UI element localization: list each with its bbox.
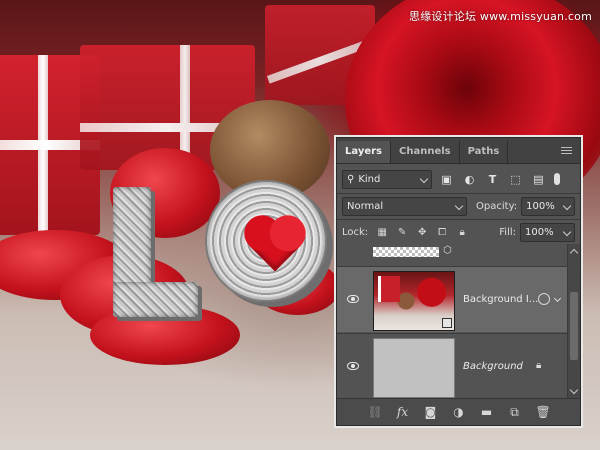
scroll-thumb[interactable] (570, 292, 578, 360)
screenshot-root: 思缘设计论坛 www.missyuan.com Layers Channels … (0, 0, 600, 450)
fill-field[interactable]: 100% (520, 222, 575, 242)
scroll-down-icon[interactable] (569, 385, 579, 395)
filter-toggle-icon[interactable] (553, 171, 561, 188)
adjustment-filter-icon[interactable]: ◐ (461, 171, 478, 188)
watermark-text: 思缘设计论坛 www.missyuan.com (409, 10, 592, 23)
link-layers-icon[interactable]: ⛓ (368, 405, 383, 419)
partial-layer-row[interactable]: ⬡ (337, 244, 567, 266)
blend-mode-dropdown[interactable]: Normal (342, 196, 468, 216)
tab-channels[interactable]: Channels (391, 141, 460, 163)
layer-thumbnail (373, 271, 455, 331)
lock-image-icon[interactable]: ✎ (396, 226, 408, 238)
layer-3d-icon: ⬡ (443, 245, 452, 256)
visibility-eye-icon[interactable] (347, 295, 359, 303)
layer-name: Background I... (463, 294, 539, 305)
adjustment-badge-icon (538, 293, 550, 305)
chevron-down-icon (419, 174, 429, 183)
lock-label: Lock: (342, 226, 369, 238)
adjustment-layer-icon[interactable]: ◑ (452, 405, 466, 419)
tab-layers[interactable]: Layers (337, 141, 391, 163)
chevron-down-icon (562, 201, 572, 210)
smart-object-badge-icon (442, 318, 452, 328)
layer-row-background-image[interactable]: Background I... (337, 266, 567, 332)
filter-kind-label: Kind (358, 173, 381, 185)
lock-transparent-icon[interactable]: ▦ (376, 226, 388, 238)
smart-object-filter-icon[interactable]: ▤ (530, 171, 547, 188)
opacity-label: Opacity: (476, 200, 518, 212)
panel-tab-bar: Layers Channels Paths (337, 138, 580, 164)
shape-filter-icon[interactable]: ⬚ (507, 171, 524, 188)
add-mask-icon[interactable]: ◙ (424, 405, 438, 419)
new-layer-icon[interactable]: ⧉ (508, 405, 522, 420)
blend-row: Normal Opacity: 100% (337, 195, 580, 217)
type-filter-icon[interactable]: T (484, 171, 501, 188)
chevron-down-icon (562, 227, 572, 236)
transparent-thumbnail (373, 247, 439, 257)
layer-name: Background (463, 361, 523, 372)
chevron-down-icon[interactable] (553, 294, 562, 303)
opacity-field[interactable]: 100% (521, 196, 575, 216)
letter-o-3d (205, 180, 327, 302)
chevron-down-icon (454, 201, 464, 210)
lock-icon: 🔒︎ (536, 360, 542, 371)
fill-value: 100% (525, 226, 554, 238)
opacity-value: 100% (526, 200, 555, 212)
filter-kind-dropdown[interactable]: ⚲ Kind (342, 169, 432, 189)
scroll-up-icon[interactable] (569, 248, 579, 258)
lock-position-icon[interactable]: ✥ (416, 226, 428, 238)
fill-label: Fill: (499, 226, 516, 238)
layer-row-background[interactable]: Background 🔒︎ (337, 333, 567, 399)
lock-artboard-icon[interactable]: ⧠ (436, 226, 448, 238)
panel-bottom-toolbar: ⛓ fx ◙ ◑ ▬ ⧉ 🗑︎ (337, 398, 580, 425)
blend-mode-value: Normal (347, 200, 384, 212)
layers-list: ⬡ Background I... Background 🔒︎ (337, 244, 567, 399)
panel-menu-icon[interactable] (561, 147, 572, 154)
layers-panel: Layers Channels Paths ⚲ Kind ▣ ◐ T ⬚ ▤ N… (336, 137, 581, 426)
image-filter-icon[interactable]: ▣ (438, 171, 455, 188)
search-icon: ⚲ (347, 173, 355, 185)
visibility-eye-icon[interactable] (347, 362, 359, 370)
layers-scrollbar[interactable] (567, 244, 580, 399)
fx-icon[interactable]: fx (396, 405, 410, 419)
heart-shape (249, 220, 301, 272)
lock-row: Lock: ▦ ✎ ✥ ⧠ 🔒︎ Fill: 100% (337, 221, 580, 243)
filter-row: ⚲ Kind ▣ ◐ T ⬚ ▤ (337, 168, 580, 190)
tab-paths[interactable]: Paths (460, 141, 509, 163)
new-group-icon[interactable]: ▬ (480, 405, 494, 419)
delete-layer-icon[interactable]: 🗑︎ (536, 405, 551, 419)
lock-all-icon[interactable]: 🔒︎ (456, 226, 468, 238)
layer-thumbnail (373, 338, 455, 398)
